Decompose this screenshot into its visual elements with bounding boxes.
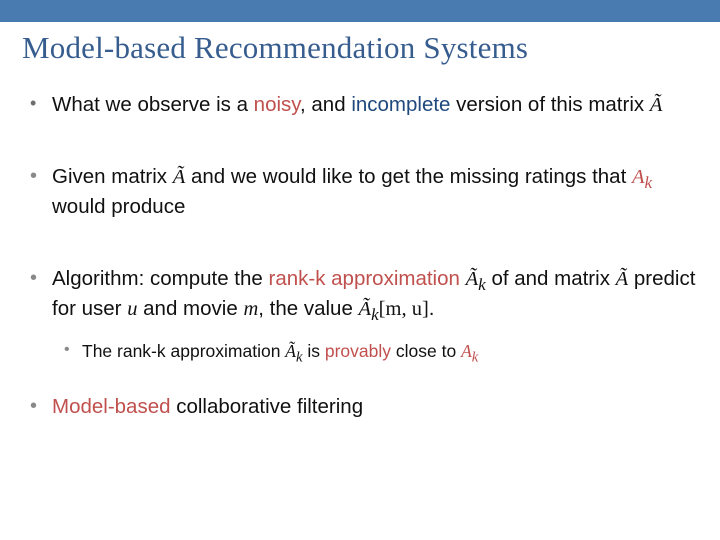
model-based-phrase: Model-based — [52, 395, 176, 418]
text: and movie — [137, 297, 243, 320]
text: , and — [300, 93, 351, 116]
movie-var: m — [243, 298, 258, 320]
text: close to — [391, 341, 461, 361]
noisy-word: noisy — [254, 93, 300, 116]
rank-k-phrase: rank-k approximation — [269, 267, 460, 290]
ak-matrix: Ak — [461, 341, 478, 361]
ak-matrix: Ak — [632, 166, 652, 188]
incomplete-word: incomplete — [351, 93, 450, 116]
ak-tilde-mu: Ãk[m, u] — [359, 298, 429, 320]
bullet-3: Algorithm: compute the rank-k approximat… — [30, 266, 698, 367]
slide-content: Model-based Recommendation Systems What … — [0, 22, 720, 420]
slide-accent-bar — [0, 0, 720, 22]
sub-bullet-list: The rank-k approximation Ãk is provably … — [52, 340, 698, 367]
text: is — [302, 341, 324, 361]
text: The rank-k approximation — [82, 341, 285, 361]
text: version of this matrix — [450, 93, 649, 116]
text: , the value — [258, 297, 358, 320]
a-tilde-matrix: Ã — [616, 268, 629, 290]
user-var: u — [127, 298, 137, 320]
bullet-4: Model-based collaborative filtering — [30, 394, 698, 420]
text: What we observe is a — [52, 93, 254, 116]
a-tilde-matrix: Ã — [650, 94, 663, 116]
text: and we would like to get the missing rat… — [185, 165, 632, 188]
text: collaborative filtering — [176, 395, 363, 418]
ak-tilde-matrix: Ãk — [466, 268, 486, 290]
bullet-2: Given matrix Ã and we would like to get … — [30, 164, 698, 220]
text: Algorithm: compute the — [52, 267, 269, 290]
ak-tilde-matrix: Ãk — [285, 341, 302, 361]
bullet-1: What we observe is a noisy, and incomple… — [30, 92, 698, 118]
text: Given matrix — [52, 165, 173, 188]
text: of and matrix — [486, 267, 616, 290]
text: would produce — [52, 195, 185, 218]
sub-bullet-1: The rank-k approximation Ãk is provably … — [64, 340, 698, 367]
slide-title: Model-based Recommendation Systems — [22, 30, 698, 66]
text: . — [429, 297, 435, 320]
bullet-list: What we observe is a noisy, and incomple… — [22, 92, 698, 420]
a-tilde-matrix: Ã — [173, 166, 186, 188]
provably-word: provably — [325, 341, 391, 361]
